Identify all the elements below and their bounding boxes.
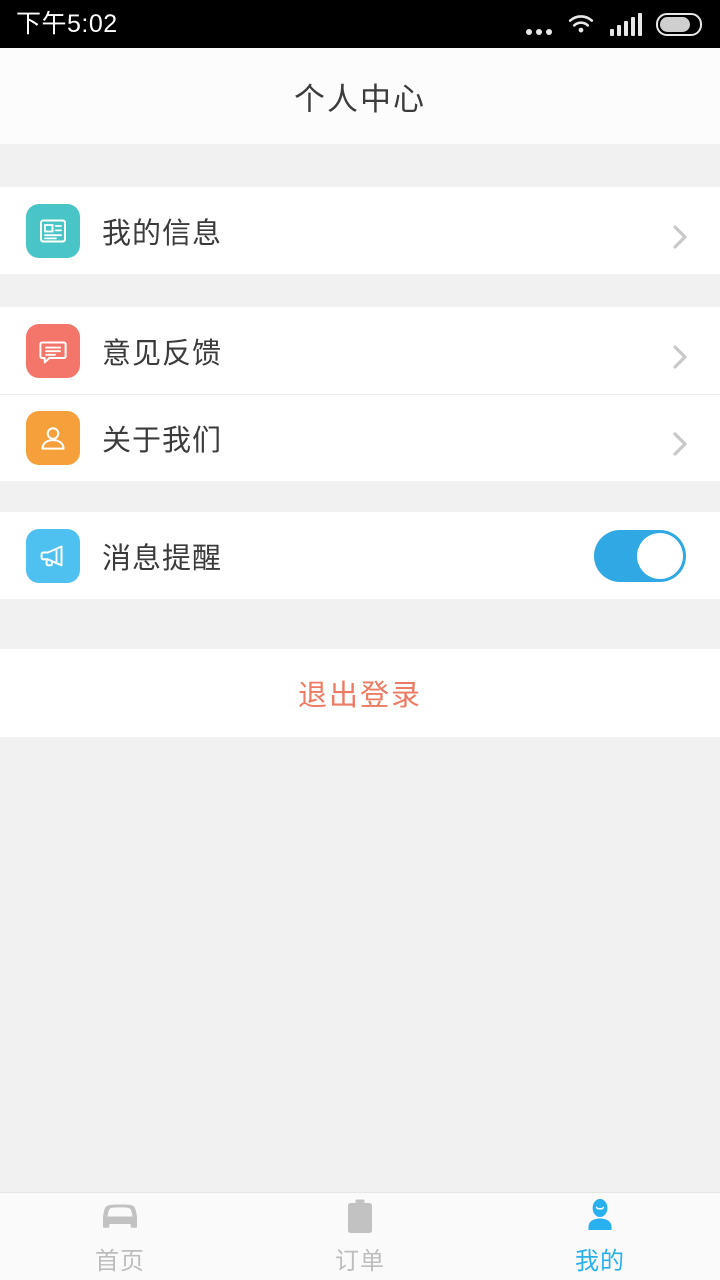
settings-row-label: 我的信息 [102,217,223,250]
user-profile-icon [26,410,80,465]
tab-label: 我的 [575,1248,625,1275]
section-gap [0,599,720,649]
settings-row-about-us[interactable]: 关于我们 [0,394,720,481]
car-icon [95,1197,145,1237]
tab-home[interactable]: 首页 [0,1193,240,1280]
settings-group-profile: 我的信息 [0,187,720,274]
settings-row-label: 关于我们 [102,424,223,457]
battery-icon [656,12,702,36]
document-card-icon [26,203,80,258]
cellular-signal-icon [609,12,642,36]
chevron-right-icon [670,428,690,456]
chevron-right-icon [670,341,690,369]
person-icon [580,1197,620,1237]
settings-row-feedback[interactable]: 意见反馈 [0,307,720,394]
section-gap [0,144,720,187]
tab-label: 订单 [335,1248,385,1275]
settings-group-support: 意见反馈 关于我们 [0,307,720,481]
megaphone-icon [26,528,80,583]
wifi-icon [566,12,596,36]
status-bar: 下午5:02 [0,0,720,48]
more-dots-icon [525,13,552,35]
logout-label: 退出登录 [297,680,422,712]
settings-row-my-info[interactable]: 我的信息 [0,187,720,274]
settings-row-label: 意见反馈 [102,337,223,370]
bottom-tab-bar: 首页 订单 我的 [0,1192,720,1280]
section-gap [0,274,720,307]
settings-row-label: 消息提醒 [102,542,223,575]
status-bar-clock: 下午5:02 [16,9,118,38]
tab-label: 首页 [95,1248,145,1275]
page-title: 个人中心 [294,81,426,117]
toggle-knob [637,532,683,579]
page-title-bar: 个人中心 [0,48,720,144]
tab-profile[interactable]: 我的 [480,1193,720,1280]
section-gap [0,481,720,512]
status-bar-icons [525,12,702,36]
chevron-right-icon [670,221,690,249]
tab-orders[interactable]: 订单 [240,1193,480,1280]
message-alert-toggle[interactable] [594,529,686,582]
settings-row-message-alert[interactable]: 消息提醒 [0,512,720,599]
app-screen: 下午5:02 个人中心 我的信息 意见反馈 关于我们 消息提醒 退出登录 首页 … [0,0,720,1280]
clipboard-icon [340,1197,380,1237]
logout-button[interactable]: 退出登录 [0,649,720,737]
settings-group-notifications: 消息提醒 [0,512,720,599]
speech-bubble-icon [26,323,80,378]
